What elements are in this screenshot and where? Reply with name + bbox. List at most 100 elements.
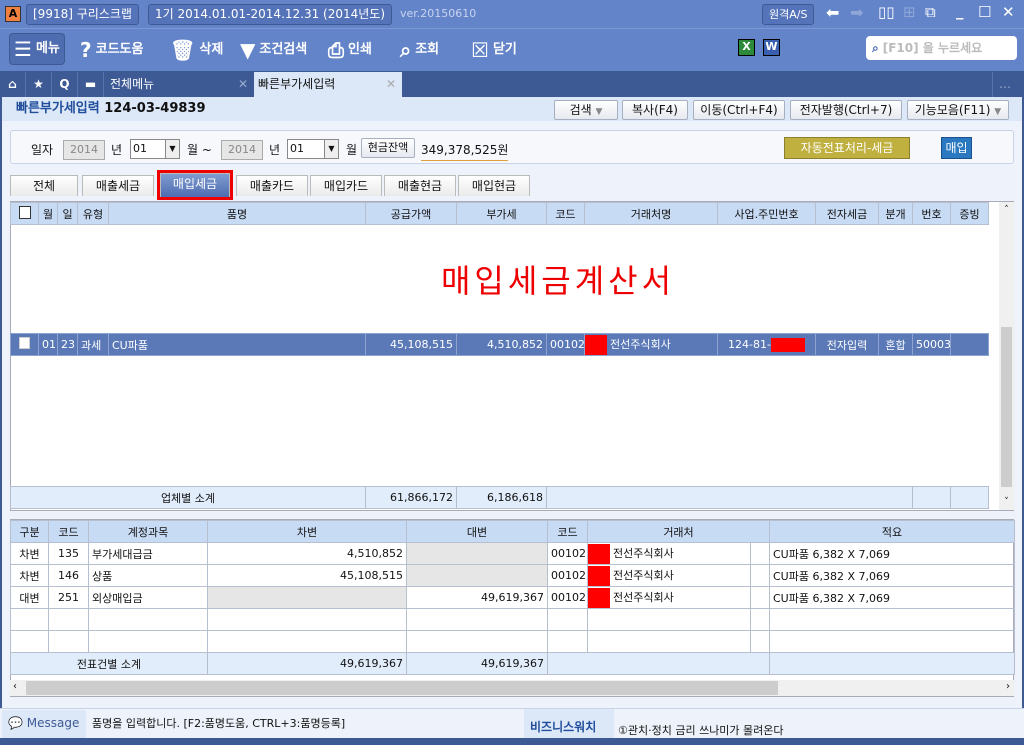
- subtab-purchase-cash[interactable]: 매입현금: [458, 175, 530, 196]
- book-icon[interactable]: ▯▯: [878, 3, 895, 21]
- col-memo[interactable]: 적요: [769, 520, 1015, 543]
- year-label: 년: [269, 143, 281, 157]
- cell-type: 차변: [10, 542, 49, 565]
- col-supply[interactable]: 공급가액: [365, 202, 457, 225]
- tab-all-menu[interactable]: 전체메뉴 ✕: [106, 72, 254, 97]
- auto-journal-button[interactable]: 자동전표처리-세금: [784, 137, 910, 159]
- scroll-up-icon[interactable]: ˄: [999, 205, 1014, 215]
- cell-memo: CU파품 6,382 X 7,069: [769, 586, 1015, 609]
- scroll-thumb[interactable]: [26, 681, 778, 695]
- more-tabs-icon[interactable]: …: [992, 72, 1024, 97]
- message-label: 💬 Message: [2, 710, 86, 738]
- view-button[interactable]: ⌕ 조회: [400, 35, 439, 65]
- tab-quick-vat[interactable]: 빠른부가세입력 ✕: [254, 72, 402, 97]
- delete-button[interactable]: 🗑 삭제: [170, 35, 223, 65]
- row-checkbox[interactable]: [10, 333, 39, 356]
- code-help-button[interactable]: ? 코드도움: [80, 35, 143, 65]
- copy-button[interactable]: 복사(F4): [622, 100, 688, 120]
- menu-button[interactable]: ☰ 메뉴: [9, 33, 65, 65]
- select-all-checkbox[interactable]: [10, 202, 39, 225]
- scroll-right-icon[interactable]: ›: [1006, 681, 1010, 692]
- close-button[interactable]: ☒ 닫기: [471, 35, 517, 65]
- col-account[interactable]: 계정과목: [88, 520, 208, 543]
- quick-search-icon[interactable]: Q: [52, 72, 78, 97]
- col-item[interactable]: 품명: [108, 202, 366, 225]
- col-debit[interactable]: 차변: [207, 520, 407, 543]
- functions-dropdown-button[interactable]: 기능모음(F11) ▼: [907, 100, 1009, 120]
- e-issue-button[interactable]: 전자발행(Ctrl+7): [790, 100, 902, 120]
- close-window-icon[interactable]: ✕: [1002, 3, 1015, 21]
- grid-icon[interactable]: ⊞: [903, 3, 916, 21]
- cascade-window-icon[interactable]: ⧉: [925, 3, 936, 21]
- calendar-icon[interactable]: ▬: [78, 72, 104, 97]
- search-input[interactable]: ⌕ [F10] 을 누르세요: [866, 36, 1017, 60]
- subtab-all[interactable]: 전체: [10, 175, 78, 196]
- journal-row[interactable]: 대변 251 외상매입금 49,619,367 00102 전선주식회사 CU파품 6,38…: [10, 586, 1015, 609]
- print-button[interactable]: ⎙ 인쇄: [328, 35, 372, 65]
- col-number[interactable]: 번호: [912, 202, 951, 225]
- news-source-label: 비즈니스워치: [524, 709, 614, 738]
- filter-search-button[interactable]: ▼ 조건검색: [240, 35, 307, 65]
- toolbar: ☰ 메뉴 ? 코드도움 🗑 삭제 ▼ 조건검색 ⎙ 인쇄 ⌕ 조회 ☒ 닫기 X W ⌕ [F1…: [0, 28, 1024, 71]
- col-journal[interactable]: 분개: [878, 202, 913, 225]
- col-code[interactable]: 코드: [546, 202, 585, 225]
- journal-row[interactable]: 차변 146 상품 45,108,515 00102 전선주식회사 CU파품 6,382 X…: [10, 564, 1015, 587]
- home-icon[interactable]: ⌂: [0, 72, 26, 97]
- chevron-down-icon: ▼: [595, 107, 603, 117]
- col-vendor[interactable]: 거래처명: [584, 202, 718, 225]
- minimize-icon[interactable]: _: [956, 2, 964, 20]
- subtab-sales-tax[interactable]: 매출세금: [82, 175, 154, 196]
- scroll-down-icon[interactable]: ˅: [999, 497, 1014, 507]
- cell-vendor: 전선주식회사: [587, 564, 751, 587]
- redaction: [588, 587, 610, 608]
- table-row[interactable]: 01 23 과세 CU파품 45,108,515 4,510,852 00102…: [10, 333, 989, 356]
- search-dropdown-button[interactable]: 검색 ▼: [554, 100, 618, 120]
- col-type[interactable]: 유형: [77, 202, 109, 225]
- period-selector[interactable]: 1기 2014.01.01-2014.12.31 (2014년도): [148, 4, 393, 25]
- col-proof[interactable]: 증빙: [950, 202, 989, 225]
- move-button[interactable]: 이동(Ctrl+F4): [693, 100, 785, 120]
- month-to-select[interactable]: 01 ▼: [287, 139, 339, 159]
- col-vendor[interactable]: 거래처: [587, 520, 770, 543]
- month-from-select[interactable]: 01 ▼: [130, 139, 180, 159]
- cell-type: 대변: [10, 586, 49, 609]
- col-bizno[interactable]: 사업.주민번호: [717, 202, 816, 225]
- remote-as-button[interactable]: 원격A/S: [762, 4, 815, 25]
- filter-panel: 일자 2014 년 01 ▼ 월 ~ 2014 년 01 ▼ 월 현금잔액 349,…: [10, 130, 1014, 164]
- col-month[interactable]: 월: [38, 202, 58, 225]
- col-vendor-code[interactable]: 코드: [547, 520, 588, 543]
- purchase-button[interactable]: 매입: [941, 137, 972, 159]
- horizontal-scrollbar[interactable]: ‹ ›: [10, 680, 1014, 696]
- scroll-left-icon[interactable]: ‹: [13, 681, 17, 692]
- forward-arrow-icon[interactable]: ➡: [850, 3, 863, 22]
- subtab-sales-card[interactable]: 매출카드: [236, 175, 308, 196]
- excel-icon[interactable]: X: [738, 39, 755, 56]
- col-credit[interactable]: 대변: [406, 520, 548, 543]
- col-division[interactable]: 구분: [10, 520, 49, 543]
- company-selector[interactable]: [9918] 구리스크랩: [26, 4, 139, 25]
- cash-balance-button[interactable]: 현금잔액: [361, 138, 415, 158]
- maximize-icon[interactable]: ☐: [978, 3, 991, 21]
- hamburger-icon: ☰: [14, 37, 32, 61]
- scroll-thumb[interactable]: [1001, 327, 1012, 487]
- subtab-sales-cash[interactable]: 매출현금: [384, 175, 456, 196]
- col-vat[interactable]: 부가세: [456, 202, 547, 225]
- year-to-field: 2014: [221, 140, 263, 160]
- cell-credit: 49,619,367: [406, 586, 548, 609]
- news-ticker[interactable]: ①관치·정치 금리 쓰나미가 몰려온다: [618, 722, 784, 738]
- chevron-down-icon: ▼: [324, 140, 338, 158]
- close-tab-icon[interactable]: ✕: [386, 72, 396, 97]
- close-tab-icon[interactable]: ✕: [238, 72, 248, 97]
- journal-row[interactable]: 차변 135 부가세대급금 4,510,852 00102 전선주식회사 CU파품 6,38…: [10, 542, 1015, 565]
- col-day[interactable]: 일: [57, 202, 78, 225]
- word-icon[interactable]: W: [763, 39, 780, 56]
- title-bar: A [9918] 구리스크랩 1기 2014.01.01-2014.12.31 …: [0, 0, 1024, 28]
- col-account-code[interactable]: 코드: [48, 520, 89, 543]
- star-icon[interactable]: ★: [26, 72, 52, 97]
- back-arrow-icon[interactable]: ⬅: [826, 3, 839, 22]
- cell-vcode: 00102: [547, 586, 588, 609]
- subtab-purchase-card[interactable]: 매입카드: [310, 175, 382, 196]
- subtab-purchase-tax[interactable]: 매입세금: [157, 170, 233, 200]
- vertical-scrollbar[interactable]: ˄ ˅: [999, 202, 1014, 510]
- col-etax[interactable]: 전자세금: [815, 202, 879, 225]
